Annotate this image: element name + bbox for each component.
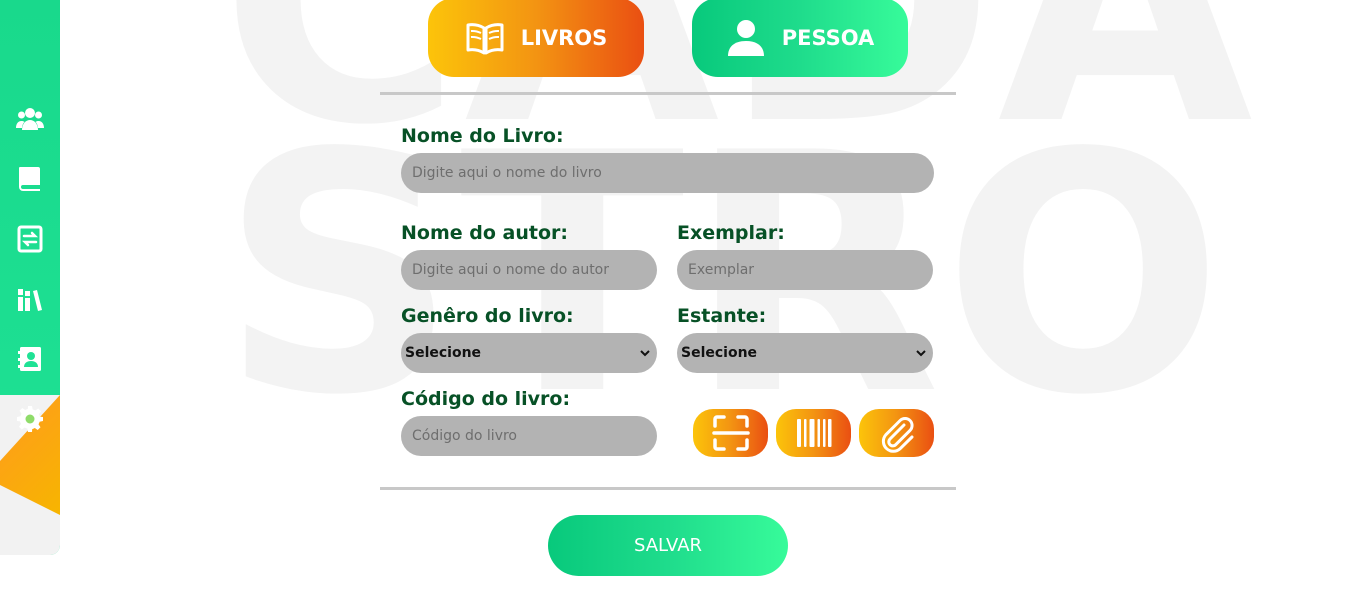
tab-livros[interactable]: LIVROS (428, 0, 644, 77)
sidebar-item-settings[interactable] (15, 404, 45, 434)
save-button[interactable]: SALVAR (548, 515, 788, 576)
book-name-input[interactable] (401, 153, 934, 193)
barcode-icon (796, 419, 831, 447)
book-icon (19, 167, 40, 191)
contact-card-icon (18, 347, 41, 371)
sidebar-item-books[interactable] (15, 164, 45, 194)
genre-select-value: Selecione (405, 345, 482, 361)
bookshelf-icon (18, 289, 42, 311)
gear-icon (17, 406, 43, 432)
sidebar-item-loans[interactable] (15, 224, 45, 254)
shelf-select-value: Selecione (681, 345, 758, 361)
paperclip-icon (881, 417, 913, 453)
tab-pessoa[interactable]: PESSOA (692, 0, 908, 77)
copy-input[interactable] (677, 250, 933, 290)
users-icon (16, 108, 44, 130)
background-watermark: CADA STRO (220, 0, 1348, 590)
bottom-divider (380, 487, 956, 490)
chevron-down-icon (916, 350, 926, 357)
top-divider (380, 92, 956, 95)
book-name-label: Nome do Livro: (401, 125, 564, 147)
sidebar-item-users[interactable] (15, 104, 45, 134)
author-label: Nome do autor: (401, 222, 568, 244)
scan-icon (711, 415, 750, 451)
barcode-button[interactable] (776, 409, 851, 457)
chevron-down-icon (640, 350, 650, 357)
author-input[interactable] (401, 250, 657, 290)
loan-exchange-icon (17, 225, 43, 253)
code-input[interactable] (401, 416, 657, 456)
sidebar-item-contacts[interactable] (15, 344, 45, 374)
save-button-label: SALVAR (633, 535, 703, 556)
tab-pessoa-label: PESSOA (781, 25, 875, 50)
tab-livros-label: LIVROS (520, 25, 608, 50)
open-book-icon (466, 22, 504, 54)
genre-label: Genêro do livro: (401, 305, 574, 327)
copy-label: Exemplar: (677, 222, 785, 244)
shelf-select[interactable]: Selecione (677, 333, 933, 373)
scan-button[interactable] (693, 409, 768, 457)
sidebar-item-shelves[interactable] (15, 284, 45, 314)
code-label: Código do livro: (401, 388, 571, 410)
shelf-label: Estante: (677, 305, 767, 327)
attach-button[interactable] (859, 409, 934, 457)
genre-select[interactable]: Selecione (401, 333, 657, 373)
person-icon (727, 19, 764, 56)
sidebar (0, 0, 60, 555)
